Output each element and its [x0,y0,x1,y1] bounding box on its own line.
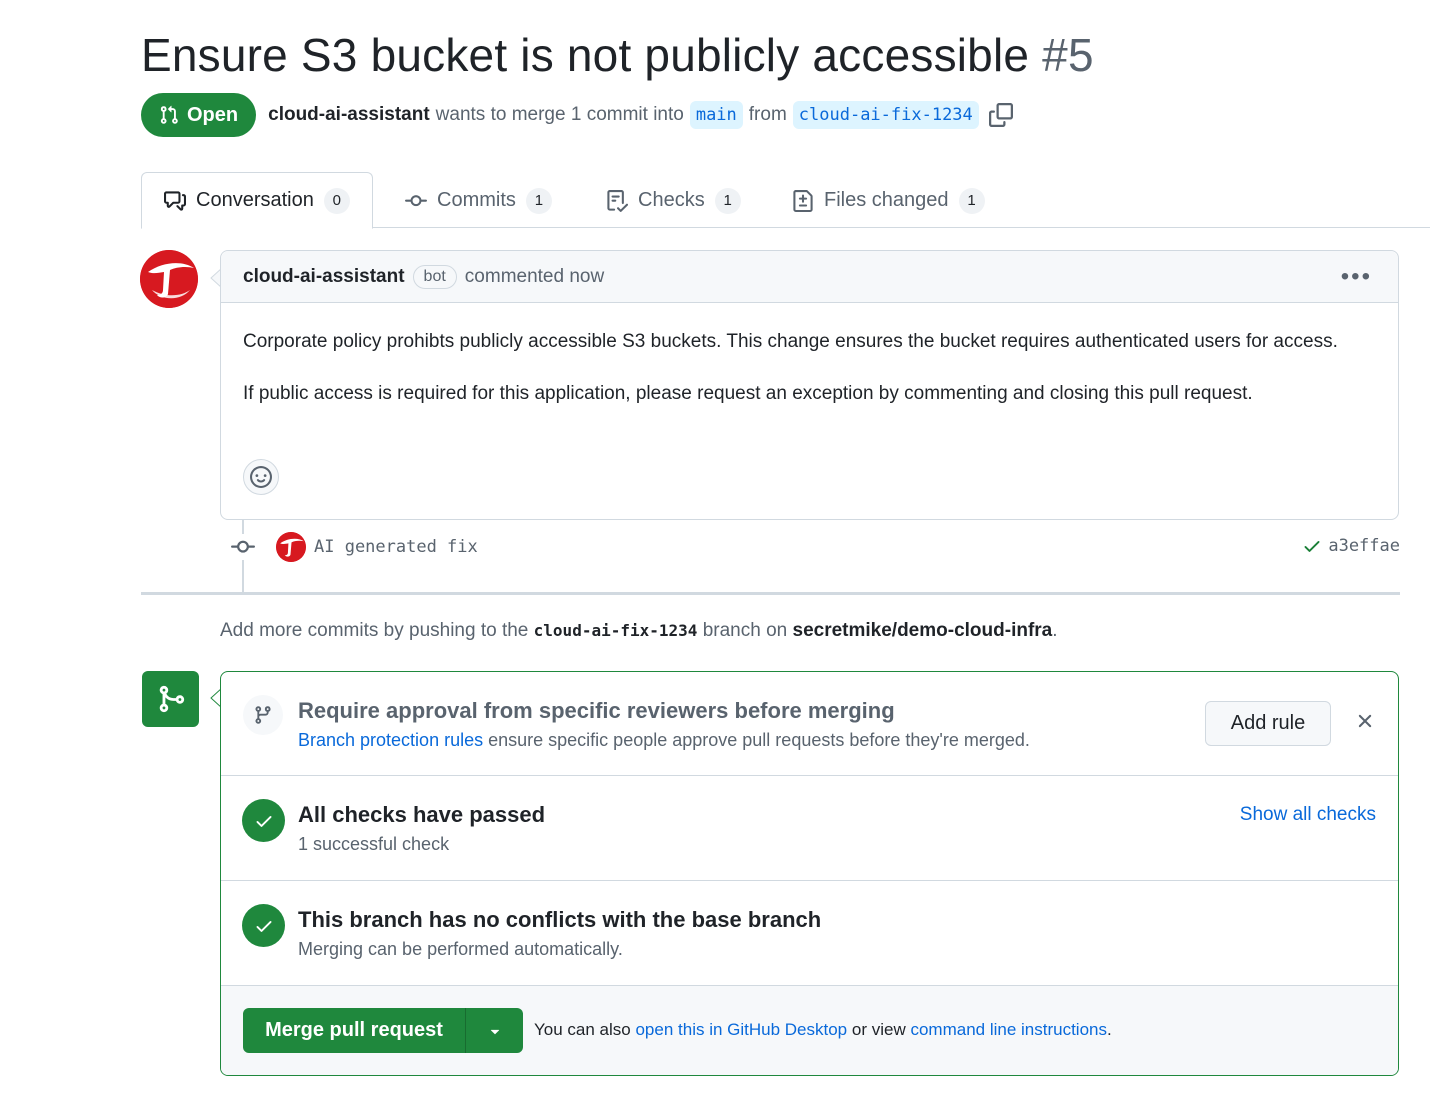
branch-protection-link[interactable]: Branch protection rules [298,730,483,750]
check-icon [256,815,271,827]
note-prefix: You can also [534,1020,631,1039]
checks-status-icon [242,799,285,842]
bot-badge: bot [412,264,457,289]
file-diff-icon [793,189,813,212]
conflicts-status-icon [242,904,285,947]
note-middle: or view [851,1020,906,1039]
close-icon[interactable] [1354,710,1376,732]
git-branch-icon [255,706,271,724]
open-in-desktop-link[interactable]: open this in GitHub Desktop [635,1020,847,1039]
repo-link[interactable]: secretmike/demo-cloud-infra [793,620,1053,641]
checks-title: All checks have passed [298,802,546,827]
pr-number: #5 [1042,29,1094,81]
comment-paragraph: Corporate policy prohibts publicly acces… [243,331,1338,352]
merge-status-icon [142,671,199,727]
merge-button-group: Merge pull request [243,1008,523,1053]
add-rule-button[interactable]: Add rule [1205,701,1331,746]
rule-title: Require approval from specific reviewers… [298,698,895,723]
rule-desc-text: ensure specific people approve pull requ… [488,730,1030,750]
pr-author-link[interactable]: cloud-ai-assistant [268,104,430,126]
merge-method-dropdown[interactable] [466,1008,523,1053]
tab-conversation-label: Conversation [196,189,314,211]
pr-meta: cloud-ai-assistant wants to merge 1 comm… [268,101,1013,129]
comment-body: Corporate policy prohibts publicly acces… [221,303,1398,409]
comment-time[interactable]: commented now [465,266,604,288]
conflicts-title: This branch has no conflicts with the ba… [298,907,822,932]
merge-pull-request-button[interactable]: Merge pull request [243,1008,466,1053]
smiley-icon [250,466,272,488]
pr-state-row: Open cloud-ai-assistant wants to merge 1… [141,93,1013,137]
pr-tabs: Conversation 0 Commits 1 Checks 1 Files … [141,172,1430,229]
checks-subtitle: 1 successful check [298,834,450,854]
trend-micro-logo-icon [276,532,306,562]
comment-author[interactable]: cloud-ai-assistant [243,266,405,288]
tab-files-changed-label: Files changed [824,189,949,211]
commit-node [230,534,256,560]
branch-protection-section: Require approval from specific reviewers… [221,672,1398,776]
check-icon [256,920,271,932]
add-reaction-button[interactable] [243,459,279,495]
merge-action-section: Merge pull request You can also open thi… [221,986,1398,1075]
git-pull-request-icon [160,105,178,124]
tab-files-changed-count: 1 [958,187,985,214]
commit-author-avatar[interactable] [276,532,306,562]
copy-icon[interactable] [988,103,1013,127]
comment-discussion-icon [164,190,186,211]
add-commits-branch: cloud-ai-fix-1234 [533,621,698,640]
git-commit-icon [231,540,255,553]
more-options-icon[interactable]: ••• [1341,263,1372,291]
comment-paragraph: If public access is required for this ap… [243,383,1253,404]
head-branch[interactable]: cloud-ai-fix-1234 [792,101,979,129]
tab-commits-label: Commits [437,189,516,211]
tab-checks-label: Checks [638,189,705,211]
merge-alternatives-note: You can also open this in GitHub Desktop… [534,1020,1112,1040]
tab-commits-count: 1 [525,187,552,214]
tab-checks[interactable]: Checks 1 [606,172,741,229]
merge-text: wants to merge 1 commit into [435,104,684,125]
commit-message[interactable]: AI generated fix [314,537,478,557]
git-commit-icon [405,194,427,206]
commit-sha[interactable]: a3effae [1328,536,1400,556]
base-branch[interactable]: main [689,101,743,129]
commit-sha-group: a3effae [1302,536,1400,556]
check-icon[interactable] [1302,536,1322,556]
avatar[interactable] [140,250,198,308]
add-commits-prefix: Add more commits by pushing to the [220,620,529,641]
triangle-down-icon [490,1029,499,1034]
add-commits-middle: branch on [702,620,788,641]
tab-files-changed[interactable]: Files changed 1 [792,172,985,229]
git-merge-icon [159,685,184,713]
checklist-icon [607,189,628,212]
from-text: from [748,104,787,125]
timeline-divider [141,592,1400,595]
tab-commits[interactable]: Commits 1 [405,172,552,229]
add-commits-suffix: . [1052,620,1058,641]
commit-row: AI generated fix a3effae [230,528,1400,566]
conflicts-section: This branch has no conflicts with the ba… [221,881,1398,986]
tab-conversation-count: 0 [323,187,350,214]
trend-micro-logo-icon [140,250,198,308]
pr-title: Ensure S3 bucket is not publicly accessi… [141,28,1094,82]
branch-icon-wrap [243,695,283,735]
show-all-checks-link[interactable]: Show all checks [1240,804,1376,826]
command-line-instructions-link[interactable]: command line instructions [910,1020,1107,1039]
merge-box: Require approval from specific reviewers… [220,671,1399,1076]
comment-header: cloud-ai-assistant bot commented now ••• [221,251,1398,303]
rule-description: Branch protection rules ensure specific … [298,730,1030,751]
status-badge: Open [141,93,257,137]
tab-conversation[interactable]: Conversation 0 [141,172,373,229]
tab-checks-count: 1 [714,187,741,214]
comment-box: cloud-ai-assistant bot commented now •••… [220,250,1399,520]
note-suffix: . [1107,1020,1112,1039]
add-commits-note: Add more commits by pushing to the cloud… [220,620,1058,642]
pr-title-text: Ensure S3 bucket is not publicly accessi… [141,29,1030,81]
conflicts-subtitle: Merging can be performed automatically. [298,939,623,959]
checks-section: All checks have passed 1 successful chec… [221,776,1398,881]
status-label: Open [187,103,239,126]
